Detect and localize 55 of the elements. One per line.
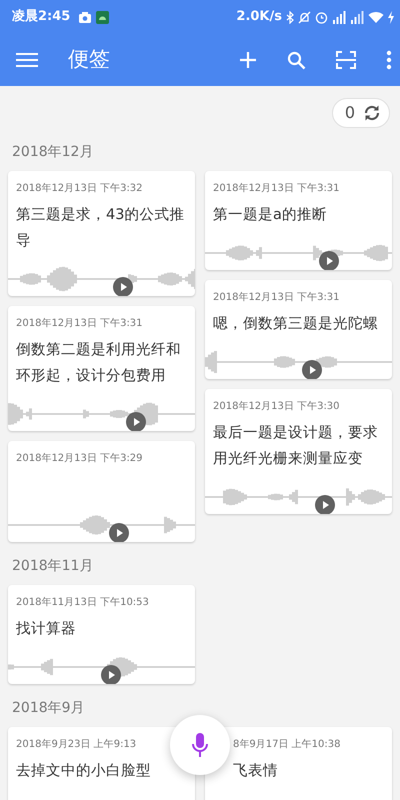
add-button[interactable]	[239, 51, 257, 69]
play-button[interactable]	[302, 360, 322, 379]
status-time: 凌晨2:45	[12, 8, 70, 26]
alarm-icon	[315, 10, 328, 24]
network-speed: 2.0K/s	[236, 8, 282, 26]
play-button[interactable]	[113, 277, 133, 296]
camera-icon	[78, 11, 92, 23]
note-date: 2018年12月13日 下午3:31	[16, 317, 144, 331]
microphone-icon	[192, 733, 208, 757]
menu-icon[interactable]	[16, 52, 38, 68]
play-button[interactable]	[319, 251, 339, 270]
note-text: 第一题是a的推断	[213, 206, 328, 225]
note-text: 找计算器	[16, 620, 77, 639]
note-date: 2018年12月13日 下午3:29	[16, 452, 144, 466]
note-card[interactable]: 2018年9月23日 上午9:13 去掉文中的小白脸型	[8, 727, 195, 800]
month-heading: 2018年9月	[12, 699, 86, 718]
note-date: 2018年12月13日 下午3:31	[213, 182, 341, 196]
note-card[interactable]: 2018年12月13日 下午3:32 第三题是求，43的公式推导	[8, 171, 195, 296]
more-button[interactable]	[386, 50, 392, 70]
note-card[interactable]: 2018年12月13日 下午3:30 最后一题是设计题，要求用光纤光栅来测量应变	[205, 389, 392, 514]
note-text: 去掉文中的小白脸型	[16, 762, 152, 781]
bluetooth-icon	[286, 10, 294, 24]
search-button[interactable]	[287, 50, 306, 70]
play-button[interactable]	[126, 412, 146, 431]
note-card[interactable]: 2018年11月13日 下午10:53 找计算器	[8, 585, 195, 684]
sync-button[interactable]: 0	[332, 98, 390, 128]
note-date: 2018年12月13日 下午3:31	[213, 291, 341, 305]
month-heading: 2018年12月	[12, 143, 94, 162]
play-button[interactable]	[101, 665, 121, 684]
scan-button[interactable]	[336, 51, 356, 69]
note-card[interactable]: 2018年12月13日 下午3:29	[8, 441, 195, 542]
app-title: 便签	[68, 46, 110, 74]
note-date: 2018年12月13日 下午3:32	[16, 182, 144, 196]
note-text: 飞表情	[232, 762, 279, 781]
note-date: 2018年11月13日 下午10:53	[16, 596, 150, 610]
signal-icon	[332, 10, 346, 24]
note-card[interactable]: 2018年12月13日 下午3:31 嗯，倒数第三题是光陀螺	[205, 280, 392, 379]
note-card[interactable]: 2018年12月13日 下午3:31 倒数第二题是利用光纤和环形起，设计分包费用	[8, 306, 195, 431]
month-heading: 2018年11月	[12, 557, 94, 576]
charging-icon	[388, 10, 394, 24]
note-card[interactable]: 8年9月17日 上午10:38 飞表情	[205, 727, 392, 800]
play-button[interactable]	[315, 495, 335, 514]
note-date: 2018年9月23日 上午9:13	[16, 738, 138, 752]
bell-off-icon	[298, 10, 311, 24]
play-button[interactable]	[109, 523, 129, 542]
note-text: 第三题是求，43的公式推导	[16, 206, 186, 251]
note-date: 8年9月17日 上午10:38	[232, 738, 342, 752]
note-text: 最后一题是设计题，要求用光纤光栅来测量应变	[213, 424, 379, 469]
note-text: 倒数第二题是利用光纤和环形起，设计分包费用	[16, 341, 182, 386]
signal-icon	[350, 10, 364, 24]
sync-icon	[363, 104, 381, 122]
wifi-icon	[368, 10, 384, 24]
note-date: 2018年12月13日 下午3:30	[213, 400, 341, 414]
note-card[interactable]: 2018年12月13日 下午3:31 第一题是a的推断	[205, 171, 392, 270]
note-text: 嗯，倒数第三题是光陀螺	[213, 315, 379, 334]
